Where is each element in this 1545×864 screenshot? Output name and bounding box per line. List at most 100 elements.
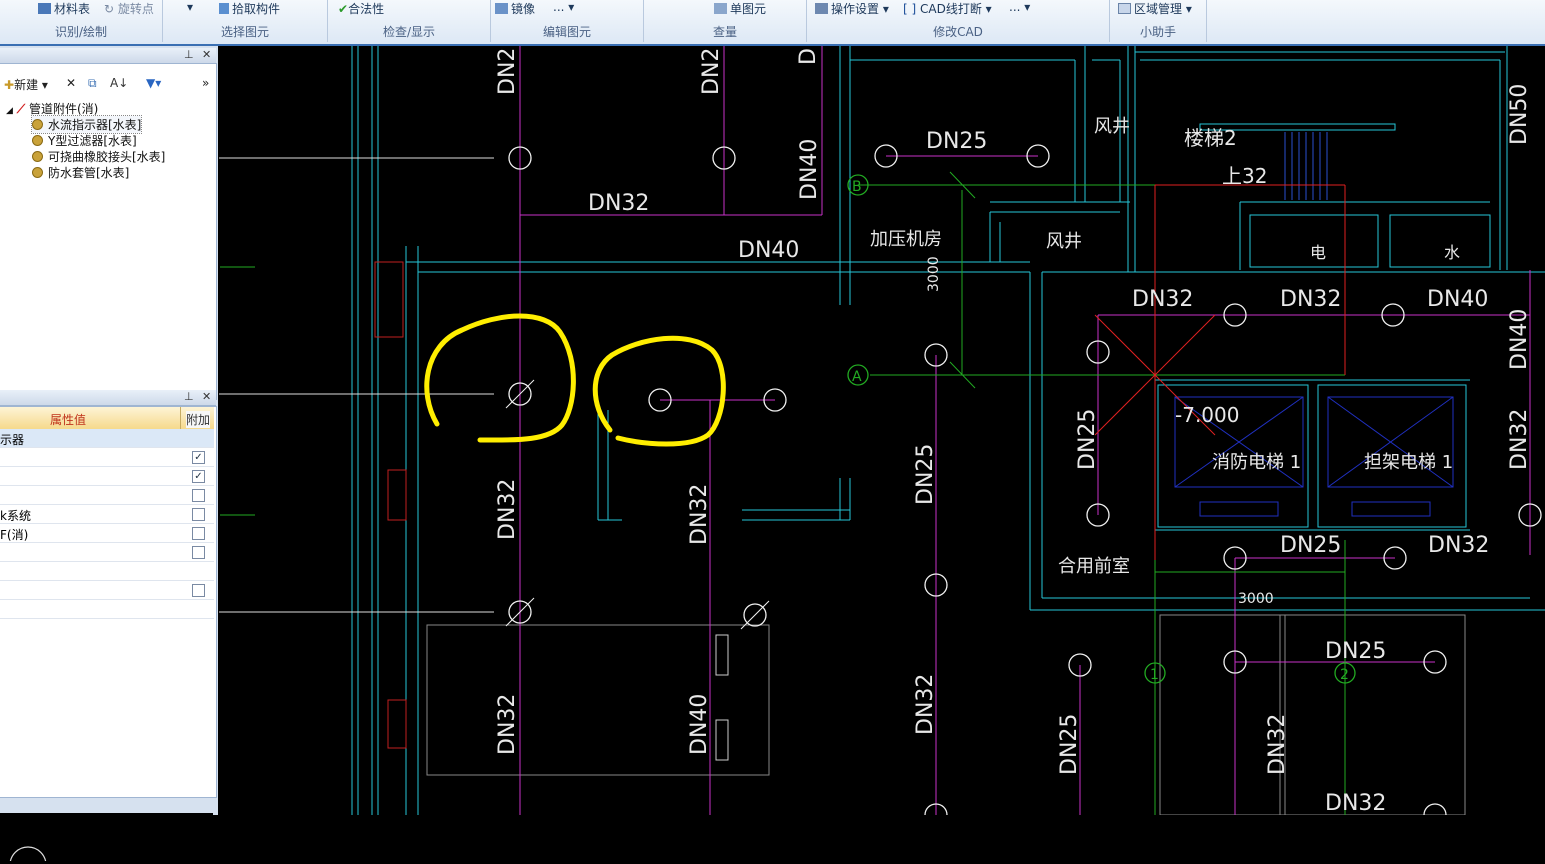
axis-number: 2 xyxy=(1340,667,1349,683)
tree-item-selected[interactable]: 水流指示器[水表] xyxy=(30,115,143,134)
pipe-size-label: DN32 xyxy=(495,479,520,540)
room-box xyxy=(1389,214,1491,268)
extra-checkbox[interactable] xyxy=(192,489,205,502)
cad-drawing[interactable]: DN2 DN2 DNDN32DN40 DN25DN40 加压机房3000风井风井楼梯2上… xyxy=(219,46,1545,815)
new-icon: ✚ xyxy=(4,78,15,92)
property-row[interactable] xyxy=(0,543,214,562)
pin-icon[interactable]: ⊥ xyxy=(184,48,194,61)
equipment-part xyxy=(715,719,729,761)
extra-checkbox[interactable] xyxy=(192,584,205,597)
tree-root[interactable]: ◢ ⟋ 管道附件(消) xyxy=(6,100,98,117)
tree-item[interactable]: 可挠曲橡胶接头[水表] xyxy=(32,148,165,165)
copy-icon[interactable]: ⧉ xyxy=(88,76,97,91)
property-grid-header: 属性值 附加 xyxy=(0,407,214,430)
extra-checkbox[interactable]: ✓ xyxy=(192,470,205,483)
axis-letter: B xyxy=(852,179,862,195)
property-row[interactable]: ✓ xyxy=(0,467,214,486)
pipe-size-label: DN25 xyxy=(1057,714,1082,775)
pipe-size-label: DN25 xyxy=(1325,639,1386,664)
material-table-button[interactable]: 材料表 xyxy=(38,0,90,17)
column-divider xyxy=(180,407,181,429)
gear-icon xyxy=(32,167,43,178)
pick-component-button[interactable]: 拾取构件 xyxy=(219,0,280,17)
rotate-icon: ↻ xyxy=(104,2,115,16)
cad-line-break-button[interactable]: [ ] CAD线打断 ▾ xyxy=(903,0,992,17)
group-label-select: 选择图元 xyxy=(220,25,269,39)
element-icon xyxy=(714,3,727,14)
dropdown-arrow-button[interactable]: ▾ xyxy=(187,0,193,14)
dimension-label: 3000 xyxy=(1238,591,1274,607)
single-element-button[interactable]: 单图元 xyxy=(714,0,766,17)
overflow-icon[interactable]: » xyxy=(202,76,209,90)
pipe-size-label: DN32 xyxy=(687,484,712,545)
property-row[interactable]: 示器 xyxy=(0,429,214,448)
area-management-button[interactable]: 区域管理 ▾ xyxy=(1118,0,1192,17)
group-label-check: 检查/显示 xyxy=(382,25,436,39)
property-row[interactable]: F(消) xyxy=(0,524,214,543)
property-row[interactable] xyxy=(0,562,214,581)
pipe-size-label: DN40 xyxy=(1507,309,1532,370)
pipe-size-label: DN25 xyxy=(926,129,987,154)
annotation-circle xyxy=(592,335,726,447)
ribbon-group-check: ✔合法性 检查/显示 xyxy=(328,0,491,42)
property-row[interactable] xyxy=(0,581,214,600)
area-icon xyxy=(1118,3,1131,14)
extra-checkbox[interactable]: ✓ xyxy=(192,451,205,464)
close-icon[interactable]: ✕ xyxy=(202,48,211,61)
equipment-box xyxy=(426,624,770,776)
pin-icon[interactable]: ⊥ xyxy=(184,390,194,403)
cad-drawing-canvas[interactable]: DN2 DN2 DN DN32 DN40 DN25 DN40 加压机房 3000 风井 风井 楼梯2 上… xyxy=(219,46,1545,815)
property-row[interactable] xyxy=(0,600,214,619)
more-cad-button[interactable]: ... ▾ xyxy=(1009,0,1030,14)
ribbon-group-quantity: 单图元 查量 xyxy=(644,0,807,42)
extra-checkbox[interactable] xyxy=(192,508,205,521)
tree-item[interactable]: 防水套管[水表] xyxy=(32,164,129,181)
validity-button[interactable]: ✔合法性 xyxy=(338,0,384,17)
ribbon-group-helper: 区域管理 ▾ 小助手 xyxy=(1110,0,1207,42)
tree-item[interactable]: Y型过滤器[水表] xyxy=(32,132,137,149)
pipe-size-label: DN2 xyxy=(495,48,520,95)
ribbon-group-identify: 材料表 ↻ 旋转点 识别/绘制 xyxy=(0,0,163,42)
pipe-size-label: DN32 xyxy=(1132,287,1193,312)
room-label: 消防电梯 1 xyxy=(1212,452,1301,473)
room-label: 上32 xyxy=(1222,164,1267,188)
pipe-size-label: DN32 xyxy=(495,694,520,755)
property-row[interactable]: k系统 xyxy=(0,505,214,524)
view-circle xyxy=(9,846,47,864)
room-label: 风井 xyxy=(1094,116,1130,137)
pipe-size-label: DN2 xyxy=(699,48,724,95)
property-row[interactable] xyxy=(0,486,214,505)
pipe-size-label: DN xyxy=(796,46,821,65)
property-value: 示器 xyxy=(0,433,25,447)
close-icon[interactable]: ✕ xyxy=(202,390,211,403)
fitting-category-icon: ⟋ xyxy=(16,102,26,116)
pipe-size-label: DN32 xyxy=(588,191,649,216)
group-label-edit: 编辑图元 xyxy=(542,25,591,39)
new-button[interactable]: ✚新建 ▾ xyxy=(4,76,48,93)
ribbon-toolbar: 材料表 ↻ 旋转点 识别/绘制 ▾ 拾取构件 选择图元 ✔合法性 检查/显示 镜… xyxy=(0,0,1545,45)
axis-letter: A xyxy=(852,369,862,385)
room-label: 合用前室 xyxy=(1058,556,1130,577)
room-label: 加压机房 xyxy=(870,229,942,250)
pipe-size-label: DN40 xyxy=(738,238,799,263)
group-label-modify-cad: 修改CAD xyxy=(933,25,983,39)
settings-icon xyxy=(815,3,828,14)
room-label: 楼梯2 xyxy=(1184,126,1237,150)
mirror-button[interactable]: 镜像 xyxy=(495,0,535,17)
check-icon: ✔ xyxy=(338,2,349,16)
extra-checkbox[interactable] xyxy=(192,546,205,559)
filter-icon[interactable]: ▼▾ xyxy=(146,76,161,90)
rotate-point-button[interactable]: ↻ 旋转点 xyxy=(104,0,154,17)
collapse-icon[interactable]: ◢ xyxy=(6,106,13,116)
pipe-size-label: DN25 xyxy=(1280,533,1341,558)
sort-icon[interactable]: A↓ xyxy=(110,76,128,90)
gear-icon xyxy=(32,135,43,146)
ribbon-group-edit: 镜像 ... ▾ 编辑图元 xyxy=(491,0,644,42)
extra-checkbox[interactable] xyxy=(192,527,205,540)
more-edit-button[interactable]: ... ▾ xyxy=(553,0,574,14)
property-row[interactable]: ✓ xyxy=(0,448,214,467)
props-panel-header: ⊥ ✕ xyxy=(0,390,216,406)
bracket-icon: [ ] xyxy=(903,2,917,16)
operation-settings-button[interactable]: 操作设置 ▾ xyxy=(815,0,889,17)
delete-icon[interactable]: ✕ xyxy=(66,76,76,90)
